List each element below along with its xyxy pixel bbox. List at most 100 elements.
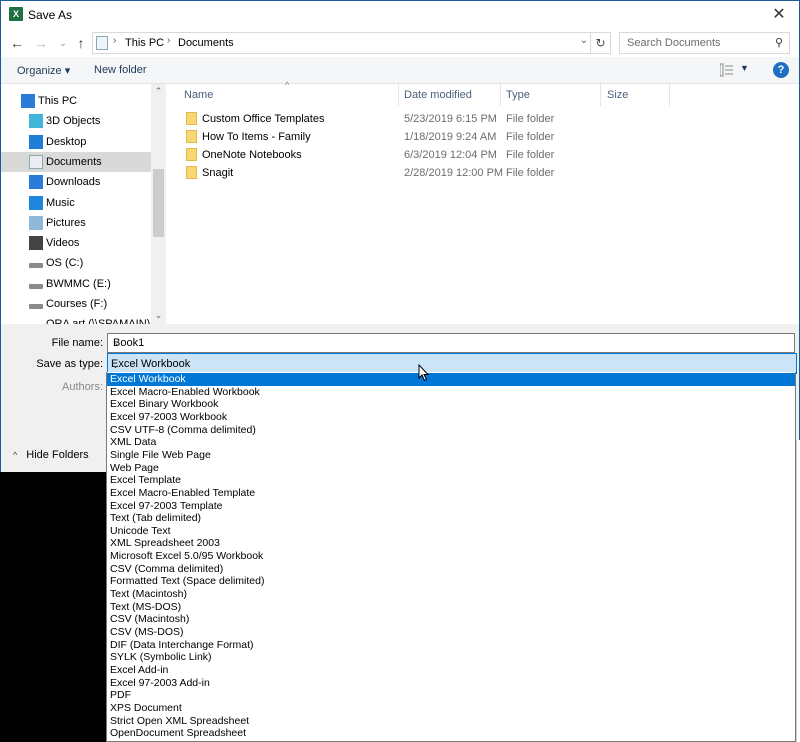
documents-icon <box>29 154 43 169</box>
sidebar-item-this-pc[interactable]: This PC <box>1 91 151 111</box>
save-type-option[interactable]: Excel Template <box>107 474 795 487</box>
save-type-option[interactable]: SYLK (Symbolic Link) <box>107 651 795 664</box>
help-button[interactable]: ? <box>773 62 789 78</box>
column-divider[interactable] <box>398 84 399 106</box>
music-icon <box>29 195 43 210</box>
sidebar-item-music[interactable]: Music <box>1 193 151 213</box>
column-header-date[interactable]: Date modified <box>404 89 472 101</box>
drive-icon <box>29 304 43 309</box>
search-input[interactable]: Search Documents ⚲ <box>619 32 790 54</box>
desktop-icon <box>29 134 43 149</box>
save-type-option[interactable]: Excel 97-2003 Add-in <box>107 677 795 690</box>
column-header-size[interactable]: Size <box>607 89 628 101</box>
sidebar-item-label: Pictures <box>46 216 86 229</box>
save-type-option[interactable]: CSV (Macintosh) <box>107 613 795 626</box>
close-button[interactable]: ✕ <box>759 1 799 29</box>
chevron-down-icon[interactable]: ⌄ <box>113 336 790 349</box>
save-type-option[interactable]: Excel Workbook <box>107 373 795 386</box>
save-type-option[interactable]: PDF <box>107 689 795 702</box>
save-type-option[interactable]: CSV (MS-DOS) <box>107 626 795 639</box>
sidebar-item-pictures[interactable]: Pictures <box>1 213 151 233</box>
column-divider[interactable] <box>500 84 501 106</box>
folder-icon <box>186 148 197 161</box>
save-type-option[interactable]: Web Page <box>107 462 795 475</box>
sidebar-item-label: OS (C:) <box>46 257 84 270</box>
excel-icon: X <box>9 7 23 21</box>
save-type-option[interactable]: OpenDocument Spreadsheet <box>107 727 795 740</box>
chevron-down-icon: ⌄ <box>59 38 67 48</box>
download-icon <box>29 175 43 190</box>
address-dropdown-icon[interactable]: ⌄ <box>580 35 588 46</box>
save-type-option[interactable]: Text (Tab delimited) <box>107 512 795 525</box>
sidebar-item-downloads[interactable]: Downloads <box>1 172 151 192</box>
command-bar: Organize ▾ New folder ▼ ? <box>1 57 799 84</box>
view-options-icon[interactable] <box>720 63 734 77</box>
sidebar-item-desktop[interactable]: Desktop <box>1 132 151 152</box>
scroll-down-icon[interactable]: ⌄ <box>151 310 166 321</box>
save-type-option[interactable]: Text (MS-DOS) <box>107 601 795 614</box>
back-arrow-icon: ← <box>10 35 24 51</box>
save-type-option[interactable]: Formatted Text (Space delimited) <box>107 575 795 588</box>
sidebar-item-os-c[interactable]: OS (C:) <box>1 253 151 273</box>
file-row[interactable]: Custom Office Templates 5/23/2019 6:15 PM… <box>166 110 666 128</box>
sidebar-item-bwmmc-e[interactable]: BWMMC (E:) <box>1 274 151 294</box>
save-as-type-label: Save as type: <box>36 358 103 370</box>
new-folder-button[interactable]: New folder <box>94 64 147 76</box>
save-type-option[interactable]: Excel 97-2003 Template <box>107 500 795 513</box>
save-type-option[interactable]: Text (Macintosh) <box>107 588 795 601</box>
save-type-option[interactable]: Excel Binary Workbook <box>107 398 795 411</box>
save-type-option[interactable]: Excel 97-2003 Workbook <box>107 411 795 424</box>
address-bar[interactable]: › This PC › Documents ⌄ ↻ <box>92 32 611 54</box>
save-type-option[interactable]: CSV (Comma delimited) <box>107 563 795 576</box>
sidebar-item-ora-art-spamain-g[interactable]: ORA art (\\SPAMAIN) (G:) <box>1 314 151 324</box>
refresh-button[interactable]: ↻ <box>590 33 610 53</box>
recent-locations-button[interactable]: ⌄ <box>53 33 73 53</box>
column-divider[interactable] <box>600 84 601 106</box>
save-type-option[interactable]: Unicode Text <box>107 525 795 538</box>
file-date-modified: 6/3/2019 12:04 PM <box>404 149 497 161</box>
sidebar-item-3d-objects[interactable]: 3D Objects <box>1 111 151 131</box>
file-date-modified: 5/23/2019 6:15 PM <box>404 113 497 125</box>
breadcrumb-documents[interactable]: Documents <box>178 37 234 49</box>
save-type-option[interactable]: Strict Open XML Spreadsheet <box>107 715 795 728</box>
file-row[interactable]: OneNote Notebooks 6/3/2019 12:04 PM File f… <box>166 146 666 164</box>
save-type-option[interactable]: Microsoft Excel 5.0/95 Workbook <box>107 550 795 563</box>
sidebar-item-documents[interactable]: Documents <box>1 151 151 172</box>
sidebar-item-videos[interactable]: Videos <box>1 233 151 253</box>
save-type-option[interactable]: Excel Add-in <box>107 664 795 677</box>
column-divider[interactable] <box>669 84 670 106</box>
up-button[interactable]: ↑ <box>71 33 91 53</box>
column-header-name[interactable]: Name <box>184 89 213 101</box>
file-row[interactable]: How To Items - Family 1/18/2019 9:24 AM Fi… <box>166 128 666 146</box>
save-type-option[interactable]: CSV UTF-8 (Comma delimited) <box>107 424 795 437</box>
save-as-type-select[interactable]: Excel Workbook ⌄ <box>107 353 797 374</box>
file-row[interactable]: Snagit 2/28/2019 12:00 PM File folder <box>166 164 666 182</box>
save-as-type-dropdown-list: Excel Workbook Excel Macro-Enabled Workbo… <box>106 372 796 742</box>
file-type: File folder <box>506 149 555 161</box>
3d-objects-icon <box>29 114 43 129</box>
save-type-option[interactable]: XPS Document <box>107 702 795 715</box>
navigation-pane-scrollbar[interactable]: ⌃ ⌄ <box>151 84 166 324</box>
save-type-option[interactable]: DIF (Data Interchange Format) <box>107 639 795 652</box>
search-icon[interactable]: ⚲ <box>775 36 783 49</box>
save-type-option[interactable]: Excel Macro-Enabled Template <box>107 487 795 500</box>
title-bar: X Save As ✕ <box>1 1 799 29</box>
organize-button[interactable]: Organize ▾ <box>17 64 70 77</box>
save-type-option[interactable]: XML Spreadsheet 2003 <box>107 537 795 550</box>
scrollbar-thumb[interactable] <box>153 169 164 237</box>
column-header-type[interactable]: Type <box>506 89 530 101</box>
file-name-input[interactable]: Book1 ⌄ <box>107 333 795 353</box>
save-type-option[interactable]: Excel Macro-Enabled Workbook <box>107 386 795 399</box>
chevron-down-icon[interactable]: ⌄ <box>111 358 792 371</box>
back-button[interactable]: ← <box>7 33 27 53</box>
folder-icon <box>186 166 197 179</box>
view-dropdown-icon[interactable]: ▼ <box>740 63 749 73</box>
sidebar-item-label: Music <box>46 196 75 209</box>
sidebar-item-courses-f[interactable]: Courses (F:) <box>1 294 151 314</box>
forward-button[interactable]: → <box>31 33 51 53</box>
scroll-up-icon[interactable]: ⌃ <box>151 86 166 97</box>
breadcrumb-this-pc[interactable]: This PC <box>125 37 164 49</box>
save-type-option[interactable]: Single File Web Page <box>107 449 795 462</box>
save-type-option[interactable]: XML Data <box>107 436 795 449</box>
hide-folders-button[interactable]: ^ Hide Folders <box>13 449 89 461</box>
